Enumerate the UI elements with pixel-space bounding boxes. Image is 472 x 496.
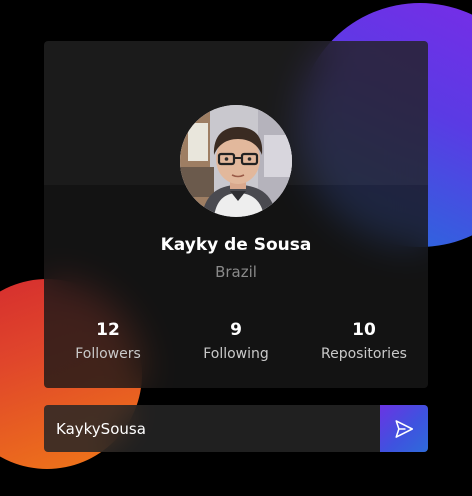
profile-card: Kayky de Sousa Brazil 12 Followers 9 Fol…: [44, 41, 428, 388]
profile-stats: 12 Followers 9 Following 10 Repositories: [44, 320, 428, 363]
stat-repositories: 10 Repositories: [300, 320, 428, 363]
profile-name: Kayky de Sousa: [160, 235, 312, 255]
profile-location: Brazil: [215, 263, 257, 281]
stat-value: 9: [230, 320, 242, 340]
stat-label: Following: [203, 346, 269, 362]
stat-value: 10: [352, 320, 376, 340]
username-search-bar: [44, 405, 428, 452]
username-input[interactable]: [44, 405, 380, 452]
stat-label: Repositories: [321, 346, 407, 362]
app-screen: Kayky de Sousa Brazil 12 Followers 9 Fol…: [0, 0, 472, 496]
stat-following: 9 Following: [172, 320, 300, 363]
send-icon: [395, 419, 414, 438]
stat-value: 12: [96, 320, 120, 340]
avatar-photo: [180, 105, 292, 217]
stat-label: Followers: [75, 346, 141, 362]
search-submit-button[interactable]: [380, 405, 428, 452]
stat-followers: 12 Followers: [44, 320, 172, 363]
avatar: [180, 105, 292, 217]
